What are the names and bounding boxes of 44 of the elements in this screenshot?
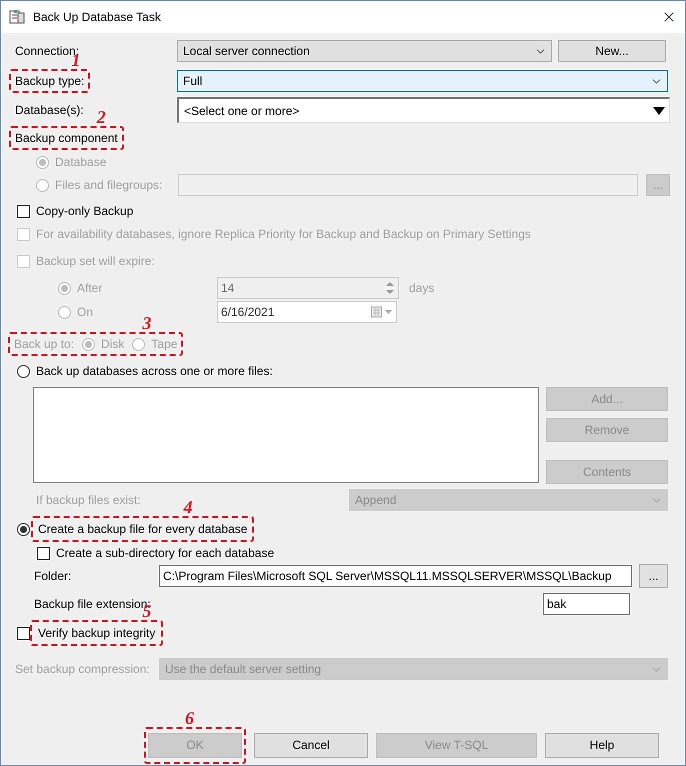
- callout-number: 2: [96, 108, 106, 126]
- option-label: Disk: [101, 337, 124, 351]
- filegroups-field[interactable]: [178, 174, 638, 196]
- field-label: Back up to:: [14, 337, 74, 351]
- window-title: Back Up Database Task: [33, 10, 162, 24]
- checkbox[interactable]: [37, 546, 50, 560]
- option-label: Back up databases across one or more files:: [36, 364, 273, 378]
- checkbox[interactable]: [17, 204, 30, 218]
- databases-dropdown[interactable]: <Select one or more>: [177, 97, 670, 123]
- spinner-arrows-icon: [385, 281, 395, 295]
- option-label: Files and filegroups:: [55, 178, 162, 192]
- field-label: Folder:: [34, 569, 72, 583]
- connection-dropdown[interactable]: Local server connection: [177, 40, 552, 62]
- dialog-button[interactable]: Help: [545, 732, 659, 758]
- new-button[interactable]: New...: [558, 40, 666, 62]
- section-label: Backup component: [15, 131, 118, 145]
- browse-button[interactable]: ...: [639, 564, 668, 588]
- checkbox-label: Create a sub-directory for each database: [56, 546, 274, 560]
- option-label: After: [77, 281, 102, 295]
- checkbox-label: Verify backup integrity: [38, 626, 156, 640]
- checkbox-label: Copy-only Backup: [36, 204, 134, 218]
- field-label: Backup type:: [15, 74, 84, 88]
- field-label: Set backup compression:: [15, 662, 151, 676]
- radio-button[interactable]: [17, 364, 30, 378]
- option-label: Create a backup file for every database: [38, 522, 248, 536]
- calendar-icon: [371, 306, 393, 318]
- backup-type-dropdown[interactable]: Full: [177, 70, 668, 92]
- app-icon: [9, 9, 25, 25]
- option-label: On: [77, 305, 94, 319]
- file-list[interactable]: [33, 387, 539, 483]
- checkbox-label: Backup set will expire:: [36, 254, 155, 268]
- radio-button[interactable]: [17, 522, 30, 536]
- option-label: Tape: [151, 337, 178, 351]
- extension-field[interactable]: bak: [543, 593, 630, 615]
- dropdown-arrow-icon: [653, 106, 665, 114]
- checkbox[interactable]: [17, 626, 30, 640]
- callout-number: 6: [185, 708, 194, 726]
- callout-number: 3: [142, 314, 152, 332]
- dialog-button[interactable]: Cancel: [254, 732, 368, 758]
- unit-label: days: [409, 281, 434, 295]
- callout-number: 4: [183, 498, 192, 516]
- folder-field[interactable]: C:\Program Files\Microsoft SQL Server\MSSQL11.MSSQLSERVER\MSSQL\Backup: [159, 565, 632, 587]
- checkbox-label: For availability databases, ignore Replica Priority for Backup and Backup on Primary Settings: [36, 227, 531, 241]
- option-label: Database: [55, 155, 106, 169]
